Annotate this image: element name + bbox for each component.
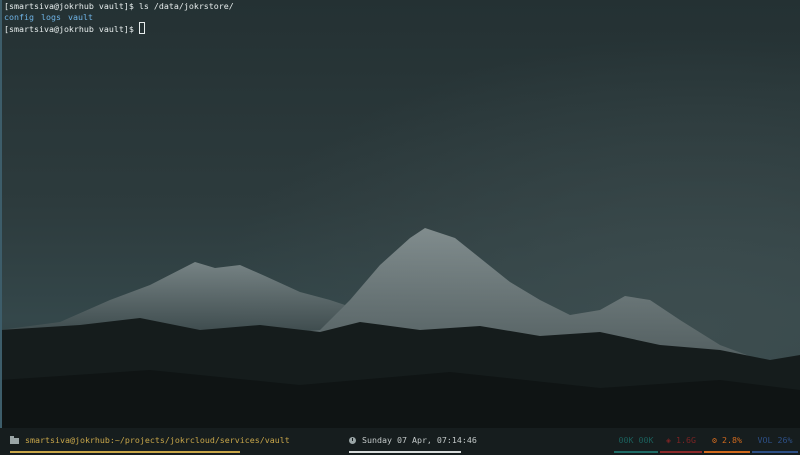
status-memory-underline bbox=[660, 451, 702, 453]
status-volume-underline bbox=[752, 451, 798, 453]
status-clock-underline bbox=[349, 451, 461, 453]
status-path-text: smartsiva@jokrhub:~/projects/jokrcloud/s… bbox=[25, 435, 290, 445]
terminal-cursor bbox=[138, 22, 145, 34]
cpu-icon: ⚙ bbox=[712, 435, 722, 445]
status-memory-text: 1.6G bbox=[676, 435, 696, 445]
dir-entry-logs: logs bbox=[40, 11, 61, 22]
terminal-window[interactable]: [smartsiva@jokrhub vault]$ ls /data/jokr… bbox=[0, 0, 800, 428]
memory-icon: ◈ bbox=[666, 435, 676, 445]
clock-icon bbox=[349, 437, 356, 444]
status-cpu-widget[interactable]: ⚙ 2.8% bbox=[704, 434, 750, 453]
status-datetime: Sunday 07 Apr, 07:14:46 bbox=[362, 435, 477, 445]
dir-entry-vault: vault bbox=[67, 11, 93, 22]
status-volume-widget[interactable]: VOL 26% bbox=[752, 434, 798, 453]
folder-icon bbox=[10, 436, 19, 444]
status-clock-widget[interactable]: Sunday 07 Apr, 07:14:46 bbox=[349, 434, 477, 453]
status-path-widget[interactable]: smartsiva@jokrhub:~/projects/jokrcloud/s… bbox=[10, 434, 290, 453]
status-cpu-text: 2.8% bbox=[722, 435, 742, 445]
status-network-underline bbox=[614, 451, 658, 453]
status-volume-text: VOL 26% bbox=[757, 435, 793, 445]
status-bar: smartsiva@jokrhub:~/projects/jokrcloud/s… bbox=[0, 428, 800, 455]
status-network-text: 00K 00K bbox=[618, 435, 654, 445]
terminal-input-line[interactable]: [smartsiva@jokrhub vault]$ bbox=[4, 22, 800, 34]
shell-prompt: [smartsiva@jokrhub vault]$ bbox=[4, 1, 139, 11]
dir-entry-config: config bbox=[4, 11, 34, 22]
shell-prompt: [smartsiva@jokrhub vault]$ bbox=[4, 24, 139, 34]
status-cpu-underline bbox=[704, 451, 750, 453]
status-memory-widget[interactable]: ◈ 1.6G bbox=[660, 434, 702, 453]
shell-command: ls /data/jokrstore/ bbox=[138, 1, 234, 11]
terminal-line: [smartsiva@jokrhub vault]$ ls /data/jokr… bbox=[4, 1, 800, 12]
status-path-underline bbox=[10, 451, 240, 453]
status-network-widget[interactable]: 00K 00K bbox=[614, 434, 658, 453]
directory-listing: config logs vault bbox=[4, 12, 800, 23]
